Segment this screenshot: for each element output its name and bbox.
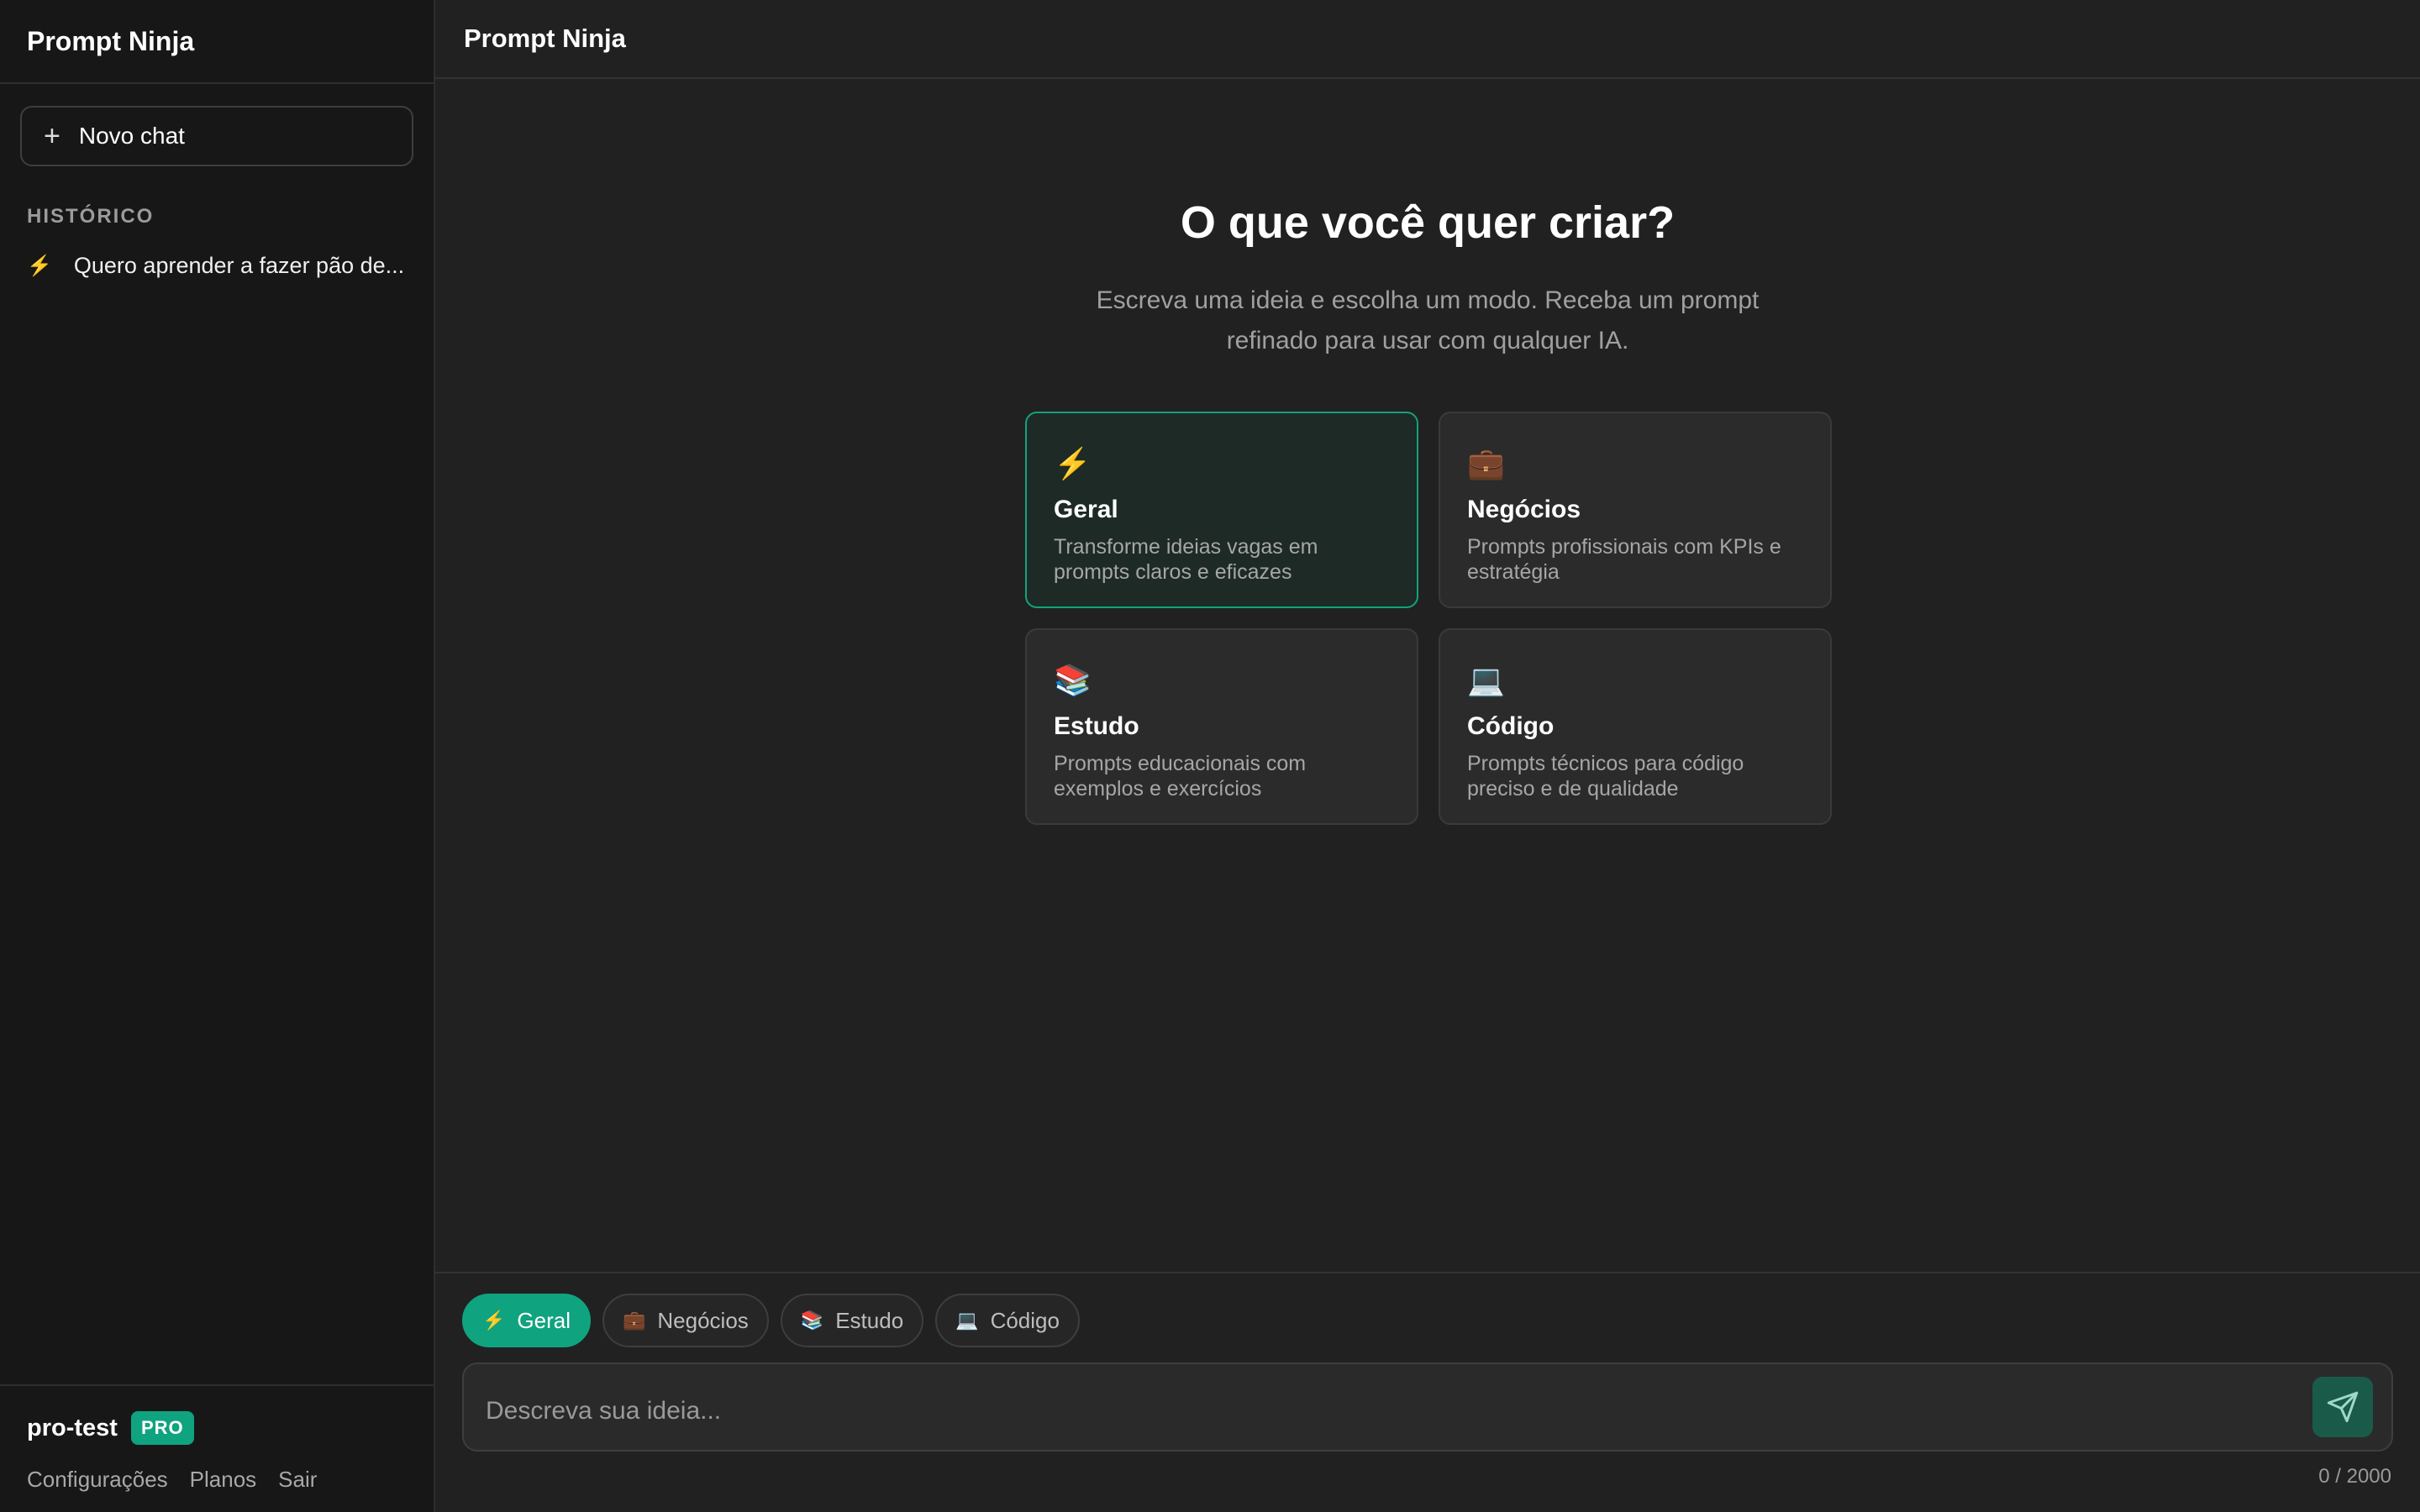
laptop-icon: 💻 xyxy=(1467,663,1505,697)
bolt-icon: ⚡ xyxy=(1054,446,1092,480)
main-area: Prompt Ninja O que você quer criar? Escr… xyxy=(435,0,2420,1512)
chip-label: Código xyxy=(990,1307,1060,1333)
hero-title: O que você quer criar? xyxy=(1180,197,1676,248)
sidebar-app-title: Prompt Ninja xyxy=(0,0,434,84)
mode-card-geral[interactable]: ⚡ Geral Transforme ideias vagas em promp… xyxy=(1025,412,1418,608)
plus-icon: + xyxy=(44,120,60,152)
books-icon: 📚 xyxy=(800,1310,824,1331)
mode-card-codigo[interactable]: 💻 Código Prompts técnicos para código pr… xyxy=(1439,628,1832,825)
mode-card-title: Código xyxy=(1467,712,1555,740)
sidebar: Prompt Ninja + Novo chat HISTÓRICO ⚡ Que… xyxy=(0,0,435,1512)
idea-input-box xyxy=(462,1362,2393,1452)
mode-card-description: Prompts técnicos para código preciso e d… xyxy=(1467,752,1744,801)
mode-chips: ⚡ Geral 💼 Negócios 📚 Estudo 💻 Código xyxy=(462,1294,2393,1347)
mode-card-description: Prompts profissionais com KPIs e estraté… xyxy=(1467,535,1781,584)
pro-badge: PRO xyxy=(130,1411,194,1445)
mode-card-title: Geral xyxy=(1054,496,1118,523)
char-counter: 0 / 2000 xyxy=(2318,1465,2391,1488)
history-heading: HISTÓRICO xyxy=(27,205,155,228)
history-item-label: Quero aprender a fazer pão de... xyxy=(73,252,405,278)
books-icon: 📚 xyxy=(1054,663,1092,697)
footer-links: Configurações Planos Sair xyxy=(27,1467,407,1493)
mode-card-description: Prompts educacionais com exemplos e exer… xyxy=(1054,752,1307,801)
mode-card-estudo[interactable]: 📚 Estudo Prompts educacionais com exempl… xyxy=(1025,628,1418,825)
mode-card-title: Estudo xyxy=(1054,712,1139,740)
sidebar-footer: pro-test PRO Configurações Planos Sair xyxy=(0,1384,434,1512)
bolt-icon: ⚡ xyxy=(482,1310,506,1331)
hero-subtitle: Escreva uma ideia e escolha um modo. Rec… xyxy=(1096,286,1760,354)
user-info: pro-test PRO xyxy=(27,1411,407,1445)
chip-label: Estudo xyxy=(835,1307,904,1333)
chip-label: Negócios xyxy=(657,1307,749,1333)
app-root: Prompt Ninja + Novo chat HISTÓRICO ⚡ Que… xyxy=(0,0,2420,1512)
plans-link[interactable]: Planos xyxy=(190,1467,257,1493)
settings-link[interactable]: Configurações xyxy=(27,1467,168,1493)
idea-input[interactable] xyxy=(484,1396,2312,1426)
mode-card-title: Negócios xyxy=(1467,496,1581,523)
hero: O que você quer criar? Escreva uma ideia… xyxy=(435,197,2420,361)
send-button[interactable] xyxy=(2312,1377,2373,1437)
chip-estudo[interactable]: 📚 Estudo xyxy=(780,1294,924,1347)
chip-negocios[interactable]: 💼 Negócios xyxy=(602,1294,769,1347)
username: pro-test xyxy=(27,1414,118,1441)
new-chat-button[interactable]: + Novo chat xyxy=(20,106,413,166)
send-icon xyxy=(2327,1391,2359,1423)
briefcase-icon: 💼 xyxy=(1467,446,1505,480)
chip-label: Geral xyxy=(517,1307,571,1333)
mode-cards: ⚡ Geral Transforme ideias vagas em promp… xyxy=(1025,412,1832,825)
history-item[interactable]: ⚡ Quero aprender a fazer pão de... xyxy=(17,247,417,284)
chip-codigo[interactable]: 💻 Código xyxy=(935,1294,1080,1347)
mode-card-description: Transforme ideias vagas em prompts claro… xyxy=(1054,535,1318,584)
chip-geral[interactable]: ⚡ Geral xyxy=(462,1294,591,1347)
page-title: Prompt Ninja xyxy=(435,0,2420,79)
briefcase-icon: 💼 xyxy=(622,1310,646,1331)
laptop-icon: 💻 xyxy=(955,1310,979,1331)
logout-link[interactable]: Sair xyxy=(278,1467,317,1493)
bolt-icon: ⚡ xyxy=(27,254,52,277)
mode-card-negocios[interactable]: 💼 Negócios Prompts profissionais com KPI… xyxy=(1439,412,1832,608)
new-chat-label: Novo chat xyxy=(78,123,185,149)
composer: ⚡ Geral 💼 Negócios 📚 Estudo 💻 Código Des… xyxy=(435,1272,2420,1512)
